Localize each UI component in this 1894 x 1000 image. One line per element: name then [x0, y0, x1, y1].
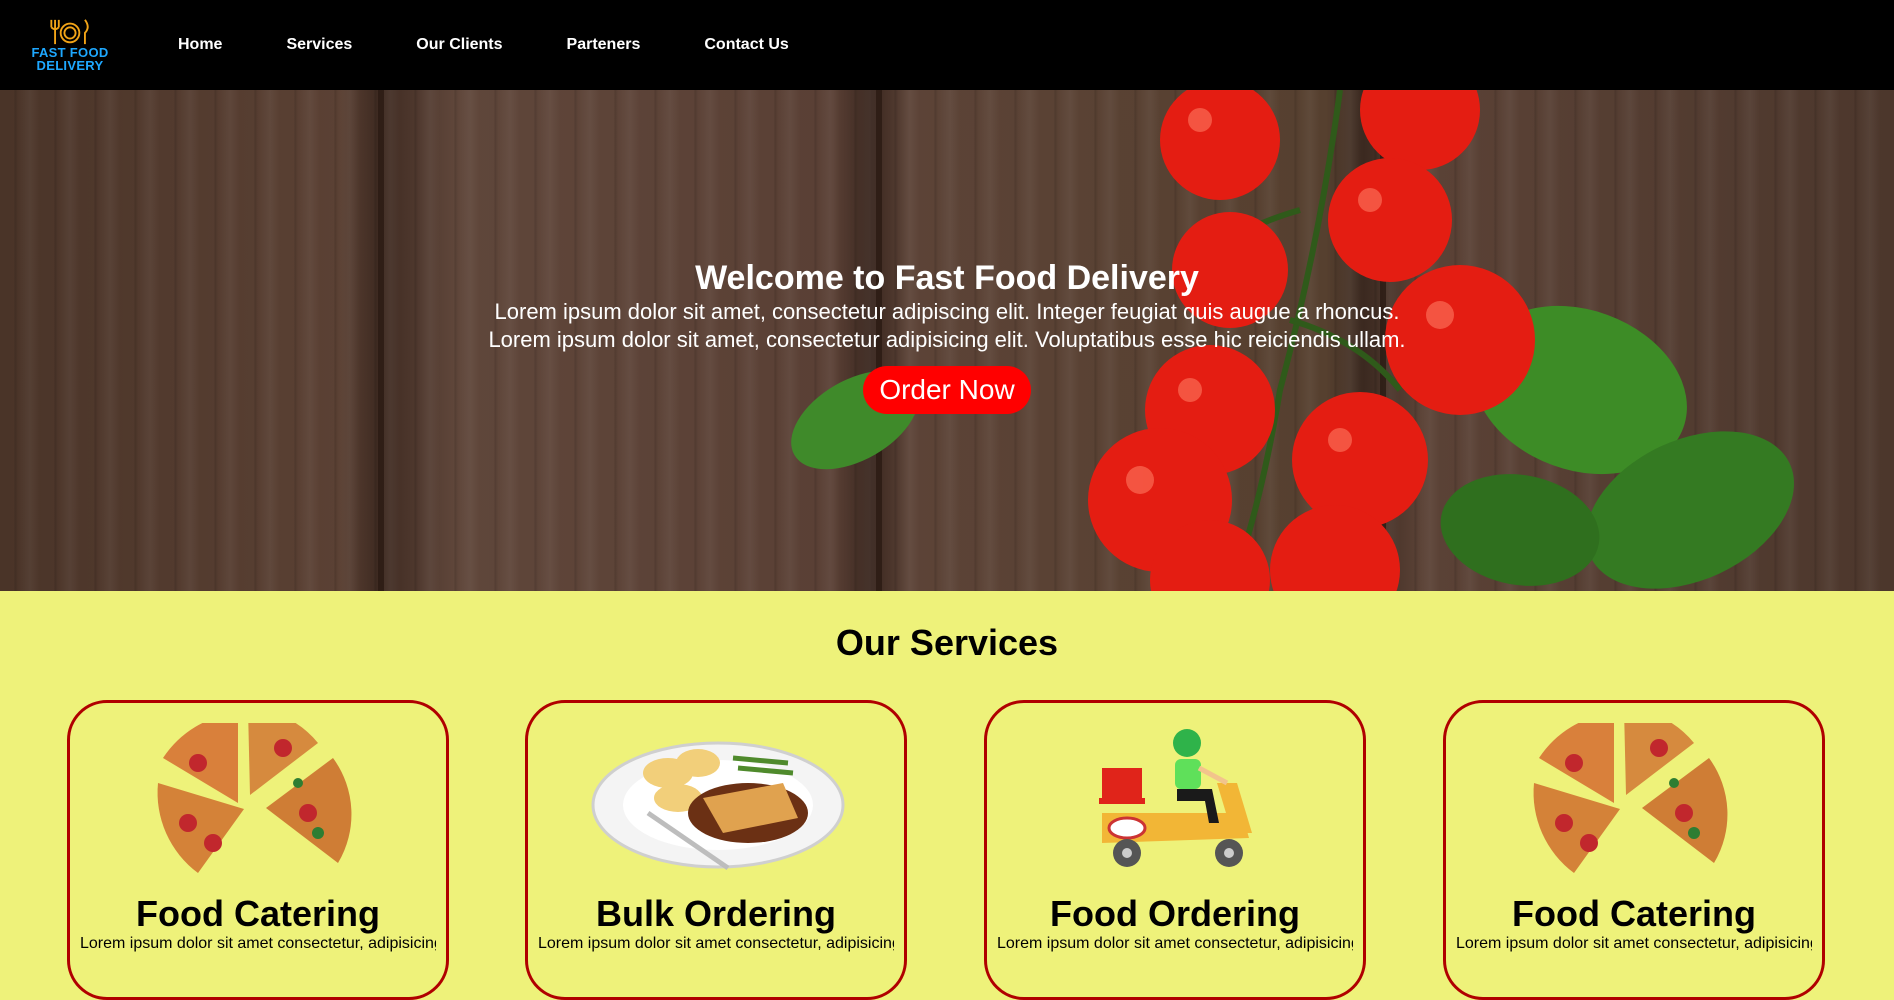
card-title: Food Catering [136, 893, 380, 934]
nav-services[interactable]: Services [286, 36, 352, 54]
logo[interactable]: FAST FOOD DELIVERY [30, 18, 110, 74]
order-now-button[interactable]: Order Now [863, 366, 1031, 414]
card-text: Lorem ipsum dolor sit amet consectetur, … [997, 935, 1353, 952]
navbar: FAST FOOD DELIVERY Home Services Our Cli… [0, 0, 1894, 90]
nav-our-clients[interactable]: Our Clients [416, 36, 502, 54]
hero-banner: Welcome to Fast Food Delivery Lorem ipsu… [0, 90, 1894, 591]
nav-menu: Home Services Our Clients Parteners Cont… [178, 0, 853, 90]
card-text: Lorem ipsum dolor sit amet consectetur, … [1456, 935, 1812, 952]
nav-contact-us[interactable]: Contact Us [704, 36, 788, 54]
nav-parteners[interactable]: Parteners [567, 36, 641, 54]
card-text: Lorem ipsum dolor sit amet consectetur, … [80, 935, 436, 952]
card-title: Food Catering [1512, 893, 1756, 934]
nav-home[interactable]: Home [178, 36, 222, 54]
pizza-image [1533, 723, 1728, 873]
service-card[interactable]: Food Catering Lorem ipsum dolor sit amet… [67, 700, 449, 1000]
logo-text-line2: DELIVERY [36, 58, 104, 73]
service-card[interactable]: Food Catering Lorem ipsum dolor sit amet… [1443, 700, 1825, 1000]
service-card[interactable]: Bulk Ordering Lorem ipsum dolor sit amet… [525, 700, 907, 1000]
hero-text-line2: Lorem ipsum dolor sit amet, consectetur … [488, 327, 1406, 352]
card-text: Lorem ipsum dolor sit amet consectetur, … [538, 935, 894, 952]
meal-plate-image [591, 741, 845, 871]
card-title: Food Ordering [1050, 893, 1300, 934]
card-title: Bulk Ordering [595, 893, 837, 934]
services-title: Our Services [835, 622, 1059, 663]
delivery-scooter-image [1099, 729, 1252, 867]
cutlery-icon [50, 19, 89, 45]
hero-text-line1: Lorem ipsum dolor sit amet, consectetur … [494, 299, 1400, 324]
hero-content: Welcome to Fast Food Delivery Lorem ipsu… [0, 258, 1894, 414]
service-card[interactable]: Food Ordering Lorem ipsum dolor sit amet… [984, 700, 1366, 1000]
pizza-image [157, 723, 352, 873]
hero-title: Welcome to Fast Food Delivery [695, 259, 1199, 297]
